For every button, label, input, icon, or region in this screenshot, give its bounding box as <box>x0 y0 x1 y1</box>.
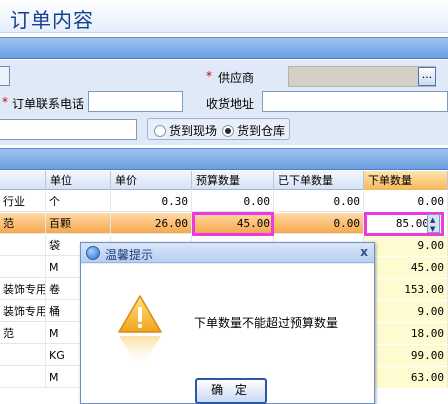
page-header: 订单内容 <box>0 0 448 33</box>
cell-name <box>0 345 46 366</box>
radio-dot <box>154 124 166 137</box>
cell-name: 范 <box>0 213 46 234</box>
order-phone-input[interactable] <box>88 91 183 112</box>
table-row[interactable]: 行业个 0.30 0.00 0.00 0.00 <box>0 191 448 212</box>
cell-order-qty[interactable]: 9.00 <box>364 301 448 322</box>
delivery-address-label: 收货地址 <box>206 97 255 111</box>
column-header-order-qty[interactable]: 下单数量 <box>364 171 448 190</box>
spin-up-icon[interactable]: ▲ <box>430 216 435 224</box>
spin-down-icon[interactable]: ▼ <box>430 225 435 233</box>
info-icon <box>86 246 100 260</box>
quantity-stepper[interactable]: ▲ ▼ <box>427 214 440 233</box>
column-header-price[interactable]: 单价 <box>111 171 192 190</box>
column-header-ordered-qty[interactable]: 已下单数量 <box>274 171 364 190</box>
page-title: 订单内容 <box>10 8 94 32</box>
supplier-field[interactable] <box>288 66 436 87</box>
radio-dot-selected <box>222 124 234 137</box>
cell-name <box>0 367 46 388</box>
cell-name: 范 <box>0 323 46 344</box>
cell-unit: 个 <box>46 191 111 212</box>
cell-budget-qty: 0.00 <box>192 191 274 212</box>
partial-button[interactable] <box>0 66 10 86</box>
column-header-unit[interactable]: 单位 <box>46 171 111 190</box>
column-header-name[interactable] <box>0 171 46 190</box>
cell-name <box>0 257 46 278</box>
dialog-titlebar: 温馨提示 x <box>81 243 374 263</box>
dialog-body: 下单数量不能超过预算数量 确 定 <box>81 264 374 404</box>
supplier-label: 供应商 <box>218 71 255 85</box>
radio-deliver-to-site[interactable]: 货到现场 <box>154 122 217 139</box>
cell-name: 装饰专用 <box>0 279 46 300</box>
grid-section-header <box>0 148 448 170</box>
required-star: * <box>206 69 212 83</box>
required-star: * <box>2 95 8 109</box>
cell-order-qty[interactable]: 63.00 <box>364 367 448 388</box>
delivery-target-radio-group: 货到现场 货到仓库 <box>147 118 290 140</box>
delivery-address-input[interactable] <box>262 91 448 112</box>
radio-label: 货到现场 <box>169 124 218 138</box>
cell-unit: 百颗 <box>46 213 111 234</box>
warning-dialog: 温馨提示 x 下单数量不能超过预算数量 确 定 <box>80 242 375 404</box>
cell-order-qty[interactable]: 0.00 <box>364 191 448 212</box>
warning-icon <box>117 294 163 372</box>
extra-input[interactable] <box>0 119 137 140</box>
cell-price: 26.00 <box>111 213 192 234</box>
cell-order-qty[interactable]: 18.00 <box>364 323 448 344</box>
column-header-budget-qty[interactable]: 预算数量 <box>192 171 274 190</box>
order-phone-label: 订单联系电话 <box>12 97 85 111</box>
cell-order-qty[interactable]: 99.00 <box>364 345 448 366</box>
ok-button[interactable]: 确 定 <box>195 378 267 404</box>
cell-order-qty[interactable]: 153.00 <box>364 279 448 300</box>
cell-ordered-qty: 0.00 <box>274 213 364 234</box>
close-icon[interactable]: x <box>360 245 368 259</box>
form-section-header <box>0 37 448 59</box>
dialog-message: 下单数量不能超过预算数量 <box>194 316 339 330</box>
radio-deliver-to-warehouse[interactable]: 货到仓库 <box>222 122 285 139</box>
grid-header: 单位 单价 预算数量 已下单数量 下单数量 <box>0 171 448 190</box>
cell-order-qty[interactable]: 45.00 <box>364 257 448 278</box>
cell-name: 装饰专用 <box>0 301 46 322</box>
dialog-title: 温馨提示 <box>105 248 154 262</box>
cell-order-qty[interactable]: 9.00 <box>364 235 448 256</box>
radio-label: 货到仓库 <box>237 124 286 138</box>
cell-price: 0.30 <box>111 191 192 212</box>
cell-ordered-qty: 0.00 <box>274 191 364 212</box>
cell-name: 行业 <box>0 191 46 212</box>
cell-name <box>0 235 46 256</box>
budget-qty-highlight <box>192 212 274 236</box>
supplier-browse-button[interactable]: ... <box>418 67 436 86</box>
